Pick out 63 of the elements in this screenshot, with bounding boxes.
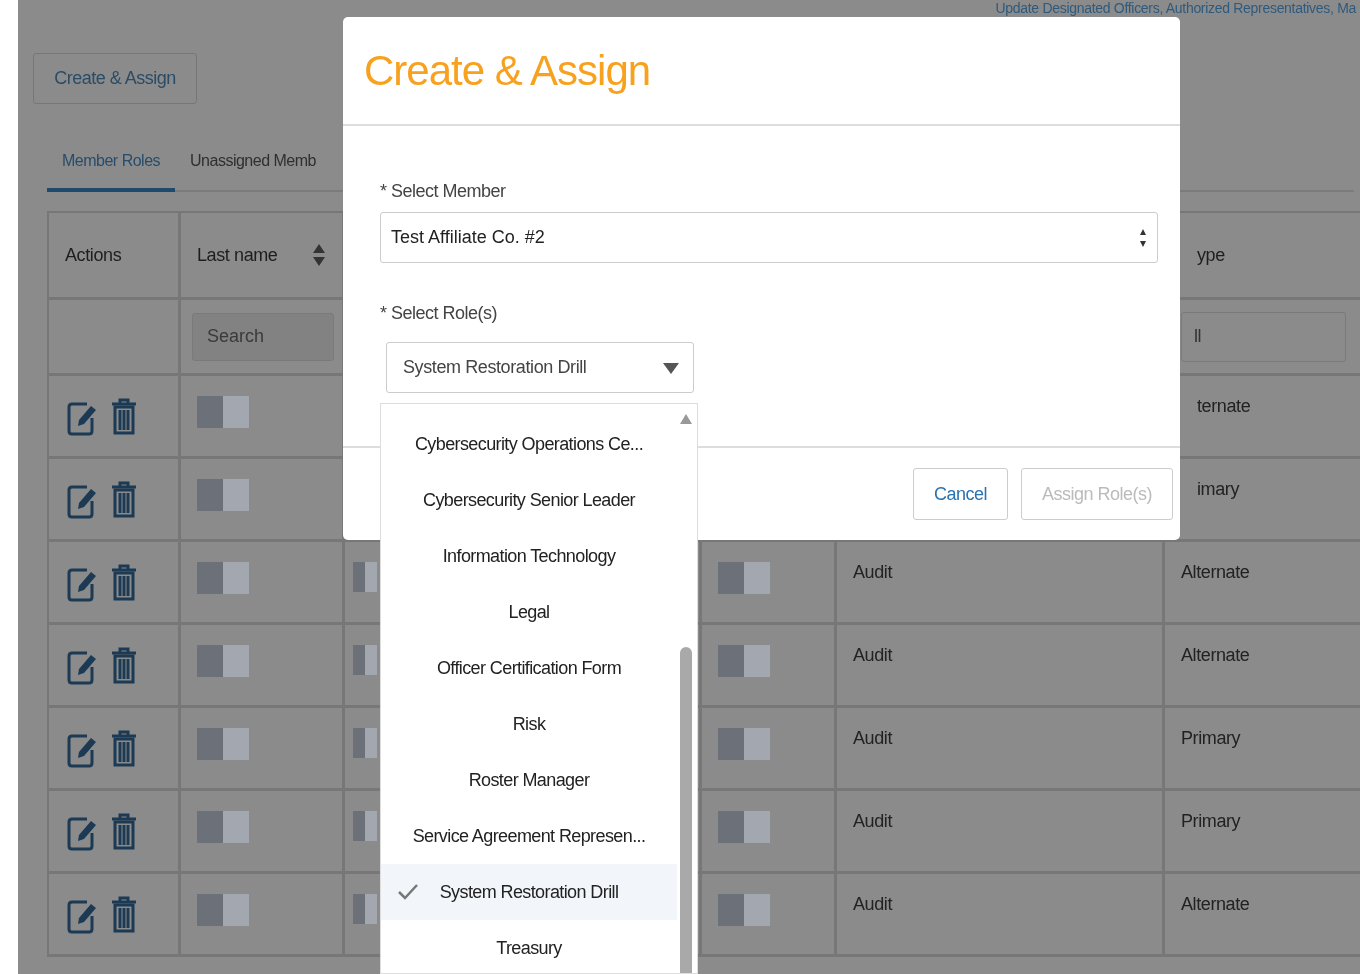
redacted-block — [718, 562, 770, 594]
cancel-button[interactable]: Cancel — [912, 468, 1008, 520]
dropdown-option[interactable]: Treasury — [381, 920, 677, 973]
redacted-block — [353, 728, 377, 758]
redacted-block — [353, 894, 377, 924]
column-header: Last name — [197, 244, 278, 266]
trash-icon — [109, 562, 139, 602]
type-filter[interactable]: ll — [1181, 311, 1346, 362]
trash-icon — [109, 396, 139, 436]
role-text: Audit — [853, 645, 893, 666]
dropdown-option[interactable]: Service Agreement Represen... — [381, 808, 677, 864]
column-header: ype — [1197, 244, 1225, 266]
scroll-up-icon — [680, 414, 692, 424]
dropdown-option[interactable]: System Restoration Drill — [381, 864, 677, 920]
type-text: Alternate — [1181, 562, 1250, 583]
redacted-block — [197, 728, 249, 760]
search-field[interactable]: Search — [192, 312, 334, 361]
redacted-block — [197, 894, 249, 926]
type-text: imary — [1197, 479, 1239, 500]
role-text: Audit — [853, 728, 893, 749]
redacted-block — [353, 811, 377, 841]
trash-icon — [109, 645, 139, 685]
sort-icon — [312, 243, 326, 267]
redacted-block — [718, 728, 770, 760]
role-text: Audit — [853, 894, 893, 915]
type-text: Primary — [1181, 811, 1241, 832]
trash-icon — [109, 811, 139, 851]
redacted-block — [197, 396, 249, 428]
dropdown-option[interactable]: Information Technology — [381, 528, 677, 584]
redacted-block — [718, 645, 770, 677]
dropdown-option[interactable]: Risk — [381, 696, 677, 752]
redacted-block — [718, 811, 770, 843]
trash-icon — [109, 728, 139, 768]
redacted-block — [353, 562, 377, 592]
redacted-block — [353, 645, 377, 675]
type-text: Alternate — [1181, 894, 1250, 915]
redacted-block — [197, 562, 249, 594]
tab[interactable]: Unassigned Memb — [175, 140, 331, 192]
field-label: * Select Role(s) — [380, 303, 499, 324]
role-text: Audit — [853, 562, 893, 583]
redacted-block — [718, 894, 770, 926]
dialog-title: Create & Assign — [364, 46, 651, 95]
caret-icon — [663, 361, 679, 374]
redacted-block — [197, 479, 249, 511]
check-icon — [397, 883, 419, 901]
role-select[interactable]: System Restoration Drill — [386, 342, 694, 393]
dropdown-option[interactable]: Roster Manager — [381, 752, 677, 808]
dropdown-option[interactable]: Legal — [381, 584, 677, 640]
type-text: ternate — [1197, 396, 1251, 417]
field-label: * Select Member — [380, 181, 507, 202]
dropdown-option[interactable]: Cybersecurity Senior Leader — [381, 472, 677, 528]
dropdown-option[interactable]: Officer Certification Form — [381, 640, 677, 696]
member-select[interactable]: Test Affiliate Co. #2 — [380, 212, 1158, 263]
scrollbar-thumb[interactable] — [680, 647, 692, 973]
redacted-block — [197, 645, 249, 677]
type-text: Primary — [1181, 728, 1241, 749]
trash-icon — [109, 894, 139, 934]
role-text: Audit — [853, 811, 893, 832]
column-header: Actions — [65, 244, 122, 266]
redacted-block — [197, 811, 249, 843]
dropdown-option[interactable]: Cybersecurity Operations Ce... — [381, 416, 677, 472]
trash-icon — [109, 479, 139, 519]
type-text: Alternate — [1181, 645, 1250, 666]
